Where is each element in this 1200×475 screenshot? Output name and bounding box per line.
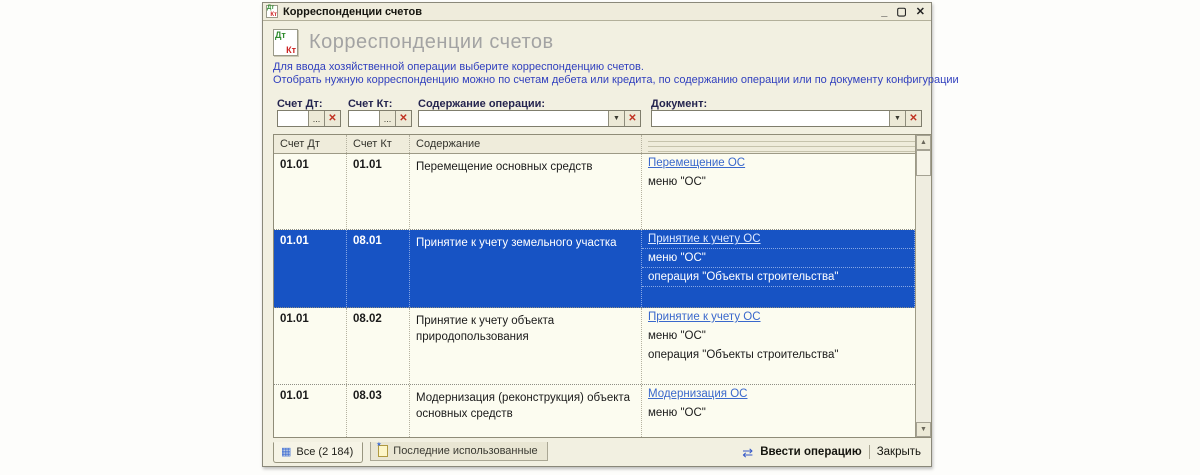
content-dropdown-icon[interactable]: ▼: [608, 111, 624, 126]
document-cell: Принятие к учету ОС меню "ОС" операция "…: [642, 230, 915, 307]
credit-account: 08.01: [347, 230, 410, 307]
document-empty-line: [642, 287, 914, 306]
table-header: Счет Дт Счет Кт Содержание: [274, 135, 915, 154]
credit-clear-icon[interactable]: ✕: [395, 111, 411, 126]
document-link[interactable]: Модернизация ОС: [642, 385, 915, 404]
debit-picker-ellipsis-icon[interactable]: ...: [308, 111, 324, 126]
tab-all-label: Все (2 184): [296, 446, 354, 458]
content-filter-label: Содержание операции:: [418, 98, 546, 110]
desktop: Дт Кт Корреспонденции счетов _ ▢ ✕ Дт Кт…: [0, 0, 1200, 475]
maximize-icon[interactable]: ▢: [896, 5, 906, 19]
vertical-scrollbar[interactable]: ▲ ▼: [915, 135, 931, 437]
col-header-document[interactable]: [642, 135, 915, 153]
document-filter-input[interactable]: [652, 111, 889, 126]
col-header-debit[interactable]: Счет Дт: [274, 135, 347, 153]
content-filter-field: ▼ ✕: [418, 110, 641, 127]
credit-picker-ellipsis-icon[interactable]: ...: [379, 111, 395, 126]
document-menu-line: меню "ОС": [648, 329, 706, 342]
debit-account: 01.01: [274, 307, 347, 385]
scrollbar-thumb[interactable]: [916, 150, 931, 176]
document-cell: Перемещение ОС меню "ОС": [642, 154, 915, 229]
document-operation-line: операция "Объекты строительства": [642, 268, 914, 288]
document-link[interactable]: Принятие к учету ОС: [642, 230, 914, 250]
tab-recent[interactable]: Последние использованные: [370, 441, 548, 461]
debit-filter-input[interactable]: [278, 111, 308, 126]
table-grid-icon: ▦: [281, 446, 292, 458]
close-icon[interactable]: ✕: [916, 5, 925, 19]
footer-actions: ⇄ Ввести операцию Закрыть: [742, 445, 921, 459]
page-title: Корреспонденции счетов: [309, 31, 554, 53]
document-dropdown-icon[interactable]: ▼: [889, 111, 905, 126]
document-link[interactable]: Принятие к учету ОС: [642, 308, 915, 327]
window-title: Корреспонденции счетов: [283, 5, 422, 18]
credit-filter-label: Счет Кт:: [348, 98, 393, 110]
table-row[interactable]: 01.01 01.01 Перемещение основных средств…: [274, 154, 915, 231]
minimize-icon[interactable]: _: [881, 5, 887, 19]
operation-content: Принятие к учету объекта природопользова…: [410, 307, 642, 385]
document-cell: Принятие к учету ОС меню "ОС" операция "…: [642, 308, 915, 384]
window-dtkt-icon: Дт Кт: [266, 5, 278, 18]
document-menu-line: меню "ОС": [648, 176, 706, 188]
titlebar[interactable]: Дт Кт Корреспонденции счетов _ ▢ ✕: [263, 3, 931, 21]
document-menu-line: меню "ОС": [648, 407, 706, 420]
document-menu-line: меню "ОС": [642, 249, 914, 269]
debit-account: 01.01: [274, 154, 347, 230]
table-row[interactable]: 01.01 08.03 Модернизация (реконструкция)…: [274, 385, 915, 437]
document-cell: Модернизация ОС меню "ОС": [642, 385, 915, 437]
enter-operation-icon: ⇄: [742, 444, 754, 460]
operation-content: Перемещение основных средств: [410, 154, 642, 230]
debit-filter-field: ... ✕: [277, 110, 341, 127]
app-window: Дт Кт Корреспонденции счетов _ ▢ ✕ Дт Кт…: [262, 2, 959, 467]
bottom-tabstrip: ▦ Все (2 184) Последние использованные: [273, 441, 548, 463]
scroll-down-icon[interactable]: ▼: [916, 422, 931, 437]
operation-content: Модернизация (реконструкция) объекта осн…: [410, 385, 642, 437]
help-text-line2: Отобрать нужную корреспонденцию можно по…: [273, 74, 959, 86]
credit-account: 01.01: [347, 154, 410, 230]
debit-account: 01.01: [274, 230, 347, 307]
credit-filter-input[interactable]: [349, 111, 379, 126]
content-filter-input[interactable]: [419, 111, 608, 126]
recent-page-icon: [376, 441, 389, 457]
correspondence-table: Счет Дт Счет Кт Содержание 01.01 01.01 П…: [273, 134, 932, 438]
tab-all[interactable]: ▦ Все (2 184): [273, 442, 364, 463]
close-button[interactable]: Закрыть: [877, 446, 921, 458]
debit-filter-label: Счет Дт:: [277, 98, 323, 110]
document-filter-field: ▼ ✕: [651, 110, 922, 127]
document-filter-label: Документ:: [651, 98, 708, 110]
table-row[interactable]: 01.01 08.02 Принятие к учету объекта при…: [274, 307, 915, 386]
content-clear-icon[interactable]: ✕: [624, 111, 640, 126]
debit-account: 01.01: [274, 385, 347, 437]
enter-operation-button[interactable]: Ввести операцию: [760, 446, 862, 458]
document-link[interactable]: Перемещение ОС: [642, 154, 915, 173]
dtkt-page-icon: Дт Кт: [273, 29, 298, 56]
footer-divider: [868, 445, 870, 459]
credit-account: 08.03: [347, 385, 410, 437]
credit-account: 08.02: [347, 307, 410, 385]
document-clear-icon[interactable]: ✕: [905, 111, 921, 126]
document-header-lines: [648, 141, 915, 153]
credit-filter-field: ... ✕: [348, 110, 412, 127]
tab-recent-label: Последние использованные: [393, 444, 538, 457]
scroll-up-icon[interactable]: ▲: [916, 135, 931, 150]
operation-content: Принятие к учету земельного участка: [410, 230, 642, 307]
table-row-selected[interactable]: 01.01 08.01 Принятие к учету земельного …: [274, 230, 915, 308]
debit-clear-icon[interactable]: ✕: [324, 111, 340, 126]
col-header-credit[interactable]: Счет Кт: [347, 135, 410, 153]
col-header-content[interactable]: Содержание: [410, 135, 642, 153]
help-text-line1: Для ввода хозяйственной операции выберит…: [273, 61, 644, 73]
document-operation-line: операция "Объекты строительства": [648, 348, 839, 361]
window-body: Дт Кт Корреспонденции счетов Для ввода х…: [263, 21, 959, 466]
